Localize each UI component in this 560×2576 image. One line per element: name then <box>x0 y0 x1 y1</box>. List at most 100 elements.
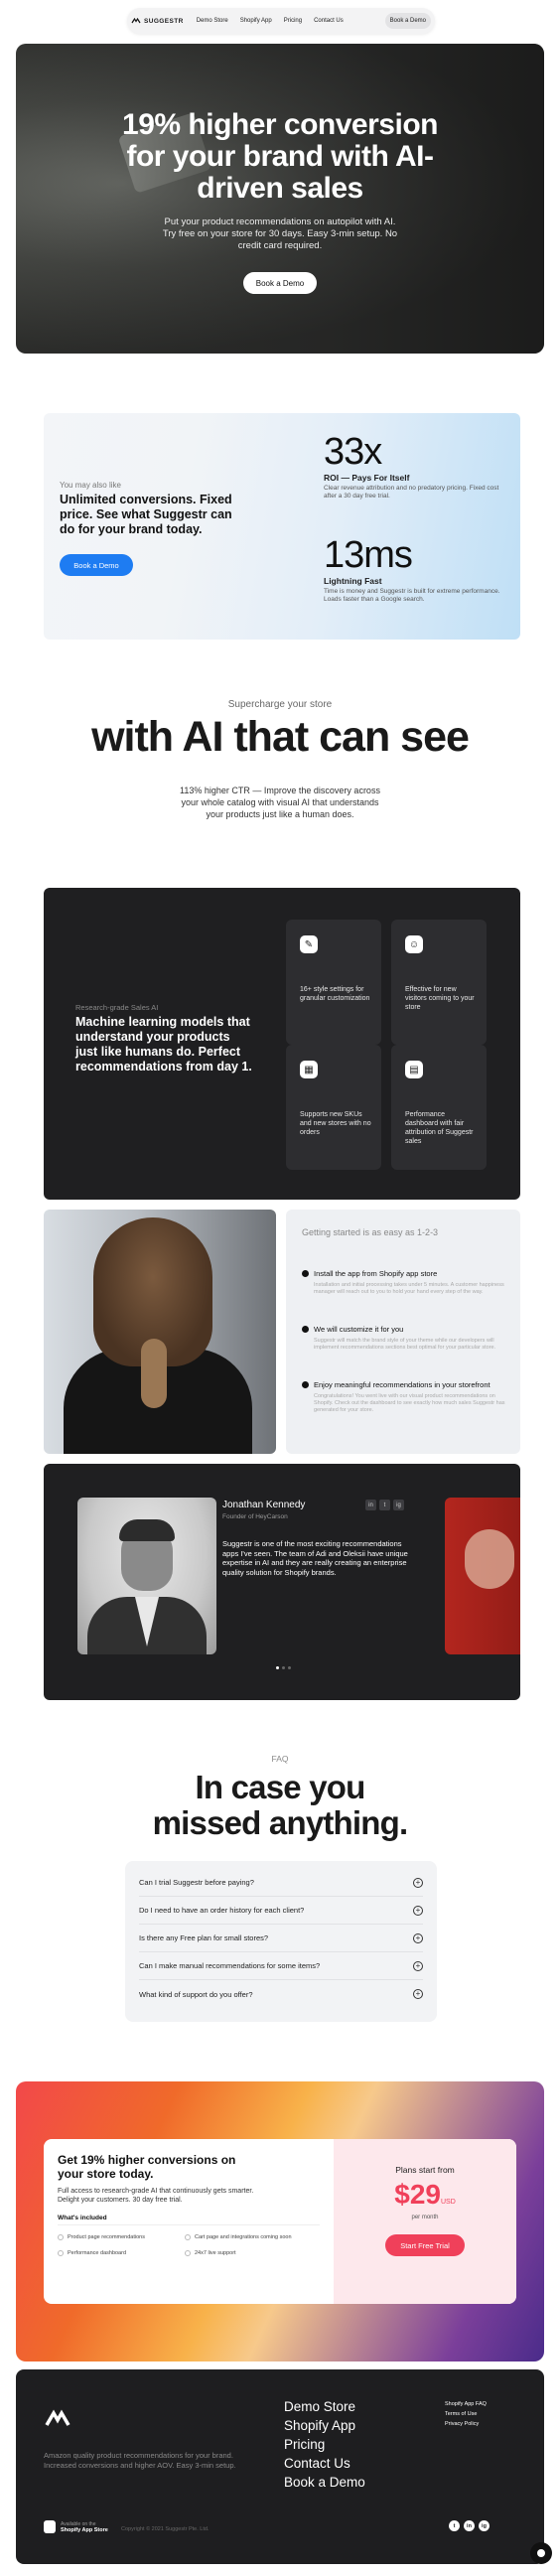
plus-icon[interactable]: + <box>413 1932 423 1943</box>
price-panel: Plans start from $29USD per month Start … <box>334 2139 516 2304</box>
testimonial-section: Jonathan Kennedy Founder of HeyCarson in… <box>44 1464 520 1700</box>
promo-book-demo-button[interactable]: Book a Demo <box>60 554 133 576</box>
pricing-subtitle: Full access to research-grade AI that co… <box>58 2188 254 2204</box>
stat-desc: Time is money and Suggestr is built for … <box>324 588 500 603</box>
woman-photo <box>44 1210 276 1454</box>
start-free-trial-button[interactable]: Start Free Trial <box>385 2234 465 2256</box>
footer: Amazon quality product recommendations f… <box>16 2369 544 2564</box>
step-desc: Installation and initial processing take… <box>314 1282 504 1295</box>
check-icon <box>185 2234 191 2240</box>
footer-link-shopify-app[interactable]: Shopify App <box>284 2416 365 2435</box>
next-testimonial-preview[interactable] <box>445 1498 520 1654</box>
users-icon: ☺ <box>405 935 423 953</box>
stat-value: 13ms <box>324 534 413 576</box>
feature-item: Cart page and integrations coming soon <box>185 2234 292 2240</box>
promo-kicker: You may also like <box>60 481 121 490</box>
faq-question: What kind of support do you offer? <box>139 1989 253 1999</box>
promo-card: You may also like Unlimited conversions.… <box>44 413 520 640</box>
instagram-icon[interactable]: ig <box>393 1500 404 1510</box>
footer-link-privacy[interactable]: Privacy Policy <box>445 2419 487 2429</box>
supercharge-kicker: Supercharge your store <box>227 699 333 710</box>
chat-widget-button[interactable] <box>530 2542 552 2564</box>
price-period: per month <box>411 2215 439 2220</box>
copyright: Copyright © 2021 Suggestr Pte. Ltd. <box>121 2526 210 2532</box>
carousel-dots[interactable] <box>276 1666 291 1669</box>
getting-started-title: Getting started is as easy as 1-2-3 <box>302 1227 439 1237</box>
faq-item[interactable]: Can I trial Suggestr before paying? + <box>139 1869 423 1897</box>
stat-title: ROI — Pays For Itself <box>324 473 410 483</box>
carousel-dot[interactable] <box>288 1666 291 1669</box>
stat-title: Lightning Fast <box>324 576 382 586</box>
step-desc: Congratulations! You went live with our … <box>314 1393 505 1413</box>
footer-link-faq[interactable]: Shopify App FAQ <box>445 2399 487 2409</box>
step-item: Enjoy meaningful recommendations in your… <box>302 1380 512 1414</box>
hero-subtitle: Put your product recommendations on auto… <box>162 216 398 251</box>
linkedin-icon[interactable]: in <box>464 2520 475 2531</box>
footer-link-book-demo[interactable]: Book a Demo <box>284 2473 365 2492</box>
logo-icon[interactable] <box>44 2409 71 2429</box>
faq-title: In case you missed anything. <box>152 1769 409 1841</box>
page: SUGGESTR Demo Store Shopify App Pricing … <box>0 0 560 2576</box>
faq-question: Is there any Free plan for small stores? <box>139 1933 269 1942</box>
twitter-icon[interactable]: t <box>449 2520 460 2531</box>
faq-item[interactable]: Do I need to have an order history for e… <box>139 1897 423 1925</box>
step-item: Install the app from Shopify app store I… <box>302 1269 512 1296</box>
faq-question: Can I trial Suggestr before paying? <box>139 1878 254 1887</box>
plus-icon[interactable]: + <box>413 1905 423 1916</box>
feature-tile: ▦ Supports new SKUs and new stores with … <box>286 1045 381 1170</box>
plus-icon[interactable]: + <box>413 1960 423 1971</box>
testimonial-quote: Suggestr is one of the most exciting rec… <box>222 1539 408 1577</box>
footer-link-terms[interactable]: Terms of Use <box>445 2409 487 2419</box>
plus-icon[interactable]: + <box>413 1877 423 1888</box>
feature-tile-text: Effective for new visitors coming to you… <box>405 986 475 1011</box>
step-bullet-icon <box>302 1381 309 1388</box>
pricing-card: Get 19% higher conversions on your store… <box>44 2139 516 2304</box>
footer-socials: t in ig <box>449 2520 490 2531</box>
shopify-bag-icon <box>44 2520 56 2533</box>
pricing-title: Get 19% higher conversions on your store… <box>58 2153 236 2181</box>
ml-kicker: Research-grade Sales AI <box>75 1003 159 1012</box>
feature-tile: ☺ Effective for new visitors coming to y… <box>391 920 487 1045</box>
carousel-dot[interactable] <box>282 1666 285 1669</box>
faq-item[interactable]: Can I make manual recommendations for so… <box>139 1952 423 1980</box>
testimonial-role: Founder of HeyCarson <box>222 1513 288 1520</box>
hero-book-demo-button[interactable]: Book a Demo <box>243 272 317 294</box>
step-title: We will customize it for you <box>314 1325 404 1334</box>
shopify-app-store-badge[interactable]: Available on the Shopify App Store <box>44 2520 108 2533</box>
nav-book-demo-button[interactable]: Book a Demo <box>384 13 431 29</box>
instagram-icon[interactable]: ig <box>479 2520 490 2531</box>
plus-icon[interactable]: + <box>413 1989 423 1999</box>
step-bullet-icon <box>302 1326 309 1333</box>
footer-links: Demo Store Shopify App Pricing Contact U… <box>284 2397 365 2492</box>
feature-tile-text: Performance dashboard with fair attribut… <box>405 1111 474 1145</box>
faq-item[interactable]: What kind of support do you offer? + <box>139 1980 423 2008</box>
footer-link-demo-store[interactable]: Demo Store <box>284 2397 365 2416</box>
carousel-dot[interactable] <box>276 1666 279 1669</box>
logo-text: SUGGESTR <box>144 17 184 25</box>
avatar <box>77 1498 216 1654</box>
twitter-icon[interactable]: t <box>379 1500 390 1510</box>
faq-item[interactable]: Is there any Free plan for small stores?… <box>139 1925 423 1952</box>
faq-kicker: FAQ <box>271 1754 289 1764</box>
step-item: We will customize it for you Suggestr wi… <box>302 1325 512 1352</box>
stat-value: 33x <box>324 431 382 473</box>
logo[interactable]: SUGGESTR <box>131 17 184 25</box>
footer-desc: Amazon quality product recommendations f… <box>44 2451 236 2470</box>
pricing-section: Get 19% higher conversions on your store… <box>16 2081 544 2361</box>
faq-question: Do I need to have an order history for e… <box>139 1906 305 1915</box>
testimonial-name: Jonathan Kennedy <box>222 1500 306 1510</box>
nav-shopify-app[interactable]: Shopify App <box>235 13 277 29</box>
hero-section: 19% higher conversion for your brand wit… <box>16 44 544 354</box>
nav-demo-store[interactable]: Demo Store <box>192 13 233 29</box>
feature-item: Product page recommendations <box>58 2234 145 2240</box>
hero-title: 19% higher conversion for your brand wit… <box>122 108 438 205</box>
logo-icon <box>131 17 141 24</box>
price-value: $29USD <box>394 2179 456 2210</box>
linkedin-icon[interactable]: in <box>365 1500 376 1510</box>
nav-contact-us[interactable]: Contact Us <box>309 13 349 29</box>
footer-link-pricing[interactable]: Pricing <box>284 2435 365 2454</box>
nav-pricing[interactable]: Pricing <box>279 13 307 29</box>
price-currency: USD <box>440 2199 456 2206</box>
supercharge-title: with AI that can see <box>91 713 470 761</box>
footer-link-contact-us[interactable]: Contact Us <box>284 2454 365 2473</box>
